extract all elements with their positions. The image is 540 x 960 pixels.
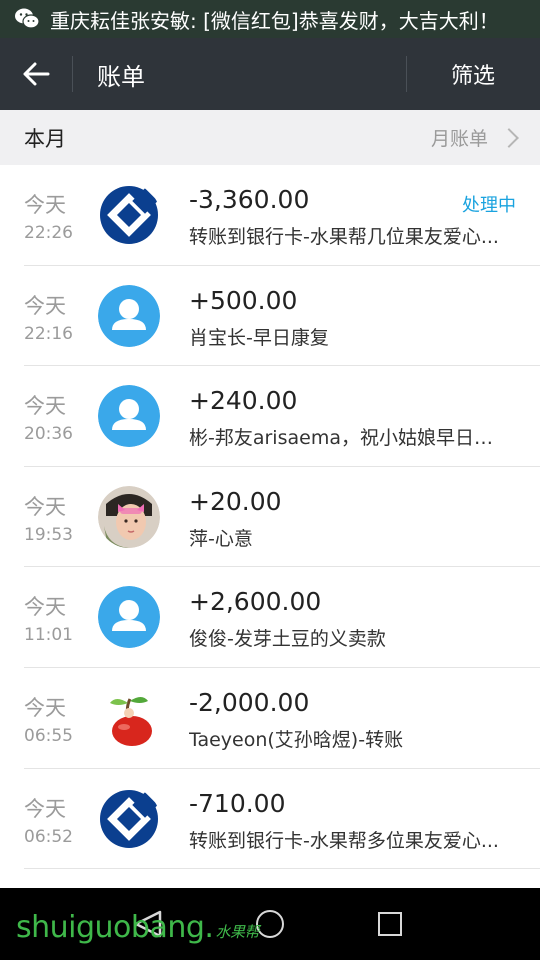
watermark-text: shuiguobang. — [16, 910, 214, 945]
transaction-time: 22:26 — [24, 223, 73, 243]
bank-icon — [98, 788, 160, 850]
month-section-header: 本月 月账单 — [0, 110, 540, 165]
transaction-description: 萍-心意 — [189, 527, 253, 550]
transaction-row[interactable]: 今天 19:53 +20.00 萍-心意 — [0, 467, 540, 568]
transaction-time: 06:52 — [24, 826, 73, 847]
default-user-icon — [98, 385, 160, 448]
notification-text: 重庆耘佳张安敏: [微信红包]恭喜发财，大吉大利！ — [50, 8, 499, 33]
default-user-icon — [98, 284, 160, 347]
transaction-amount: +20.00 — [189, 486, 282, 516]
user-photo — [98, 485, 160, 548]
title-bar: 账单 筛选 — [0, 38, 540, 110]
transaction-day: 今天 — [24, 394, 66, 419]
transaction-description: Taeyeon(艾孙晗煜)-转账 — [189, 728, 404, 751]
transaction-amount: +240.00 — [189, 386, 298, 416]
chevron-right-icon — [499, 127, 519, 148]
transaction-time: 22:16 — [24, 323, 73, 344]
nav-recent-apps-icon[interactable] — [378, 912, 402, 936]
transaction-row[interactable]: 今天 06:55 -2,000.00 Taeyeon(艾孙晗煜)-转账 — [0, 668, 540, 769]
transaction-time: 20:36 — [24, 424, 73, 445]
watermark-cn: 水果帮 — [215, 923, 259, 941]
transaction-description: 转账到银行卡-水果帮多位果友爱心... — [189, 829, 499, 852]
nav-home-icon[interactable] — [256, 910, 284, 938]
monthly-bill-label: 月账单 — [430, 128, 488, 150]
transaction-description: 俊俊-发芽土豆的义卖款 — [189, 628, 386, 651]
filter-button[interactable]: 筛选 — [406, 38, 540, 110]
transaction-amount: +2,600.00 — [189, 587, 322, 617]
page-title: 账单 — [97, 62, 145, 91]
back-arrow-icon — [23, 62, 50, 86]
transaction-description: 肖宝长-早日康复 — [189, 326, 329, 349]
transaction-time: 06:55 — [24, 725, 73, 746]
transaction-row[interactable]: 今天 22:26 -3,360.00 处理中 转账到银行卡-水果帮几位果友爱心.… — [0, 165, 540, 266]
transaction-description: 彬-邦友arisaema，祝小姑娘早日康... — [189, 427, 509, 450]
transaction-amount: -710.00 — [189, 788, 286, 818]
transaction-row[interactable]: 今天 22:16 +500.00 肖宝长-早日康复 — [0, 266, 540, 367]
transaction-row[interactable]: 今天 06:52 -710.00 转账到银行卡-水果帮多位果友爱心... — [0, 769, 540, 870]
transaction-day: 今天 — [24, 494, 66, 519]
transaction-amount: -2,000.00 — [189, 687, 310, 717]
transaction-day: 今天 — [24, 796, 66, 821]
monthly-bill-link[interactable]: 月账单 — [430, 124, 519, 151]
transaction-day: 今天 — [24, 695, 66, 720]
status-badge: 处理中 — [462, 195, 516, 216]
wechat-icon — [14, 6, 40, 32]
transaction-amount: +500.00 — [189, 285, 298, 315]
transaction-day: 今天 — [24, 595, 66, 620]
transaction-description: 转账到银行卡-水果帮几位果友爱心... — [189, 226, 499, 248]
transaction-time: 19:53 — [24, 524, 73, 545]
transaction-day: 今天 — [24, 293, 66, 318]
watermark: shuiguobang. 水果帮 — [16, 910, 259, 945]
back-button[interactable] — [0, 38, 72, 110]
transaction-time: 11:01 — [24, 625, 73, 646]
fruit-avatar — [98, 686, 160, 749]
transaction-row[interactable]: 今天 11:01 +2,600.00 俊俊-发芽土豆的义卖款 — [0, 567, 540, 668]
transaction-day: 今天 — [24, 193, 66, 217]
divider — [72, 56, 73, 92]
transaction-list: 今天 22:26 -3,360.00 处理中 转账到银行卡-水果帮几位果友爱心.… — [0, 165, 540, 869]
default-user-icon — [98, 586, 160, 649]
notification-bar[interactable]: 重庆耘佳张安敏: [微信红包]恭喜发财，大吉大利！ — [0, 0, 540, 38]
transaction-amount: -3,360.00 — [189, 185, 310, 214]
transaction-row[interactable]: 今天 20:36 +240.00 彬-邦友arisaema，祝小姑娘早日康... — [0, 366, 540, 467]
section-title: 本月 — [24, 126, 66, 151]
bank-icon — [98, 184, 160, 246]
